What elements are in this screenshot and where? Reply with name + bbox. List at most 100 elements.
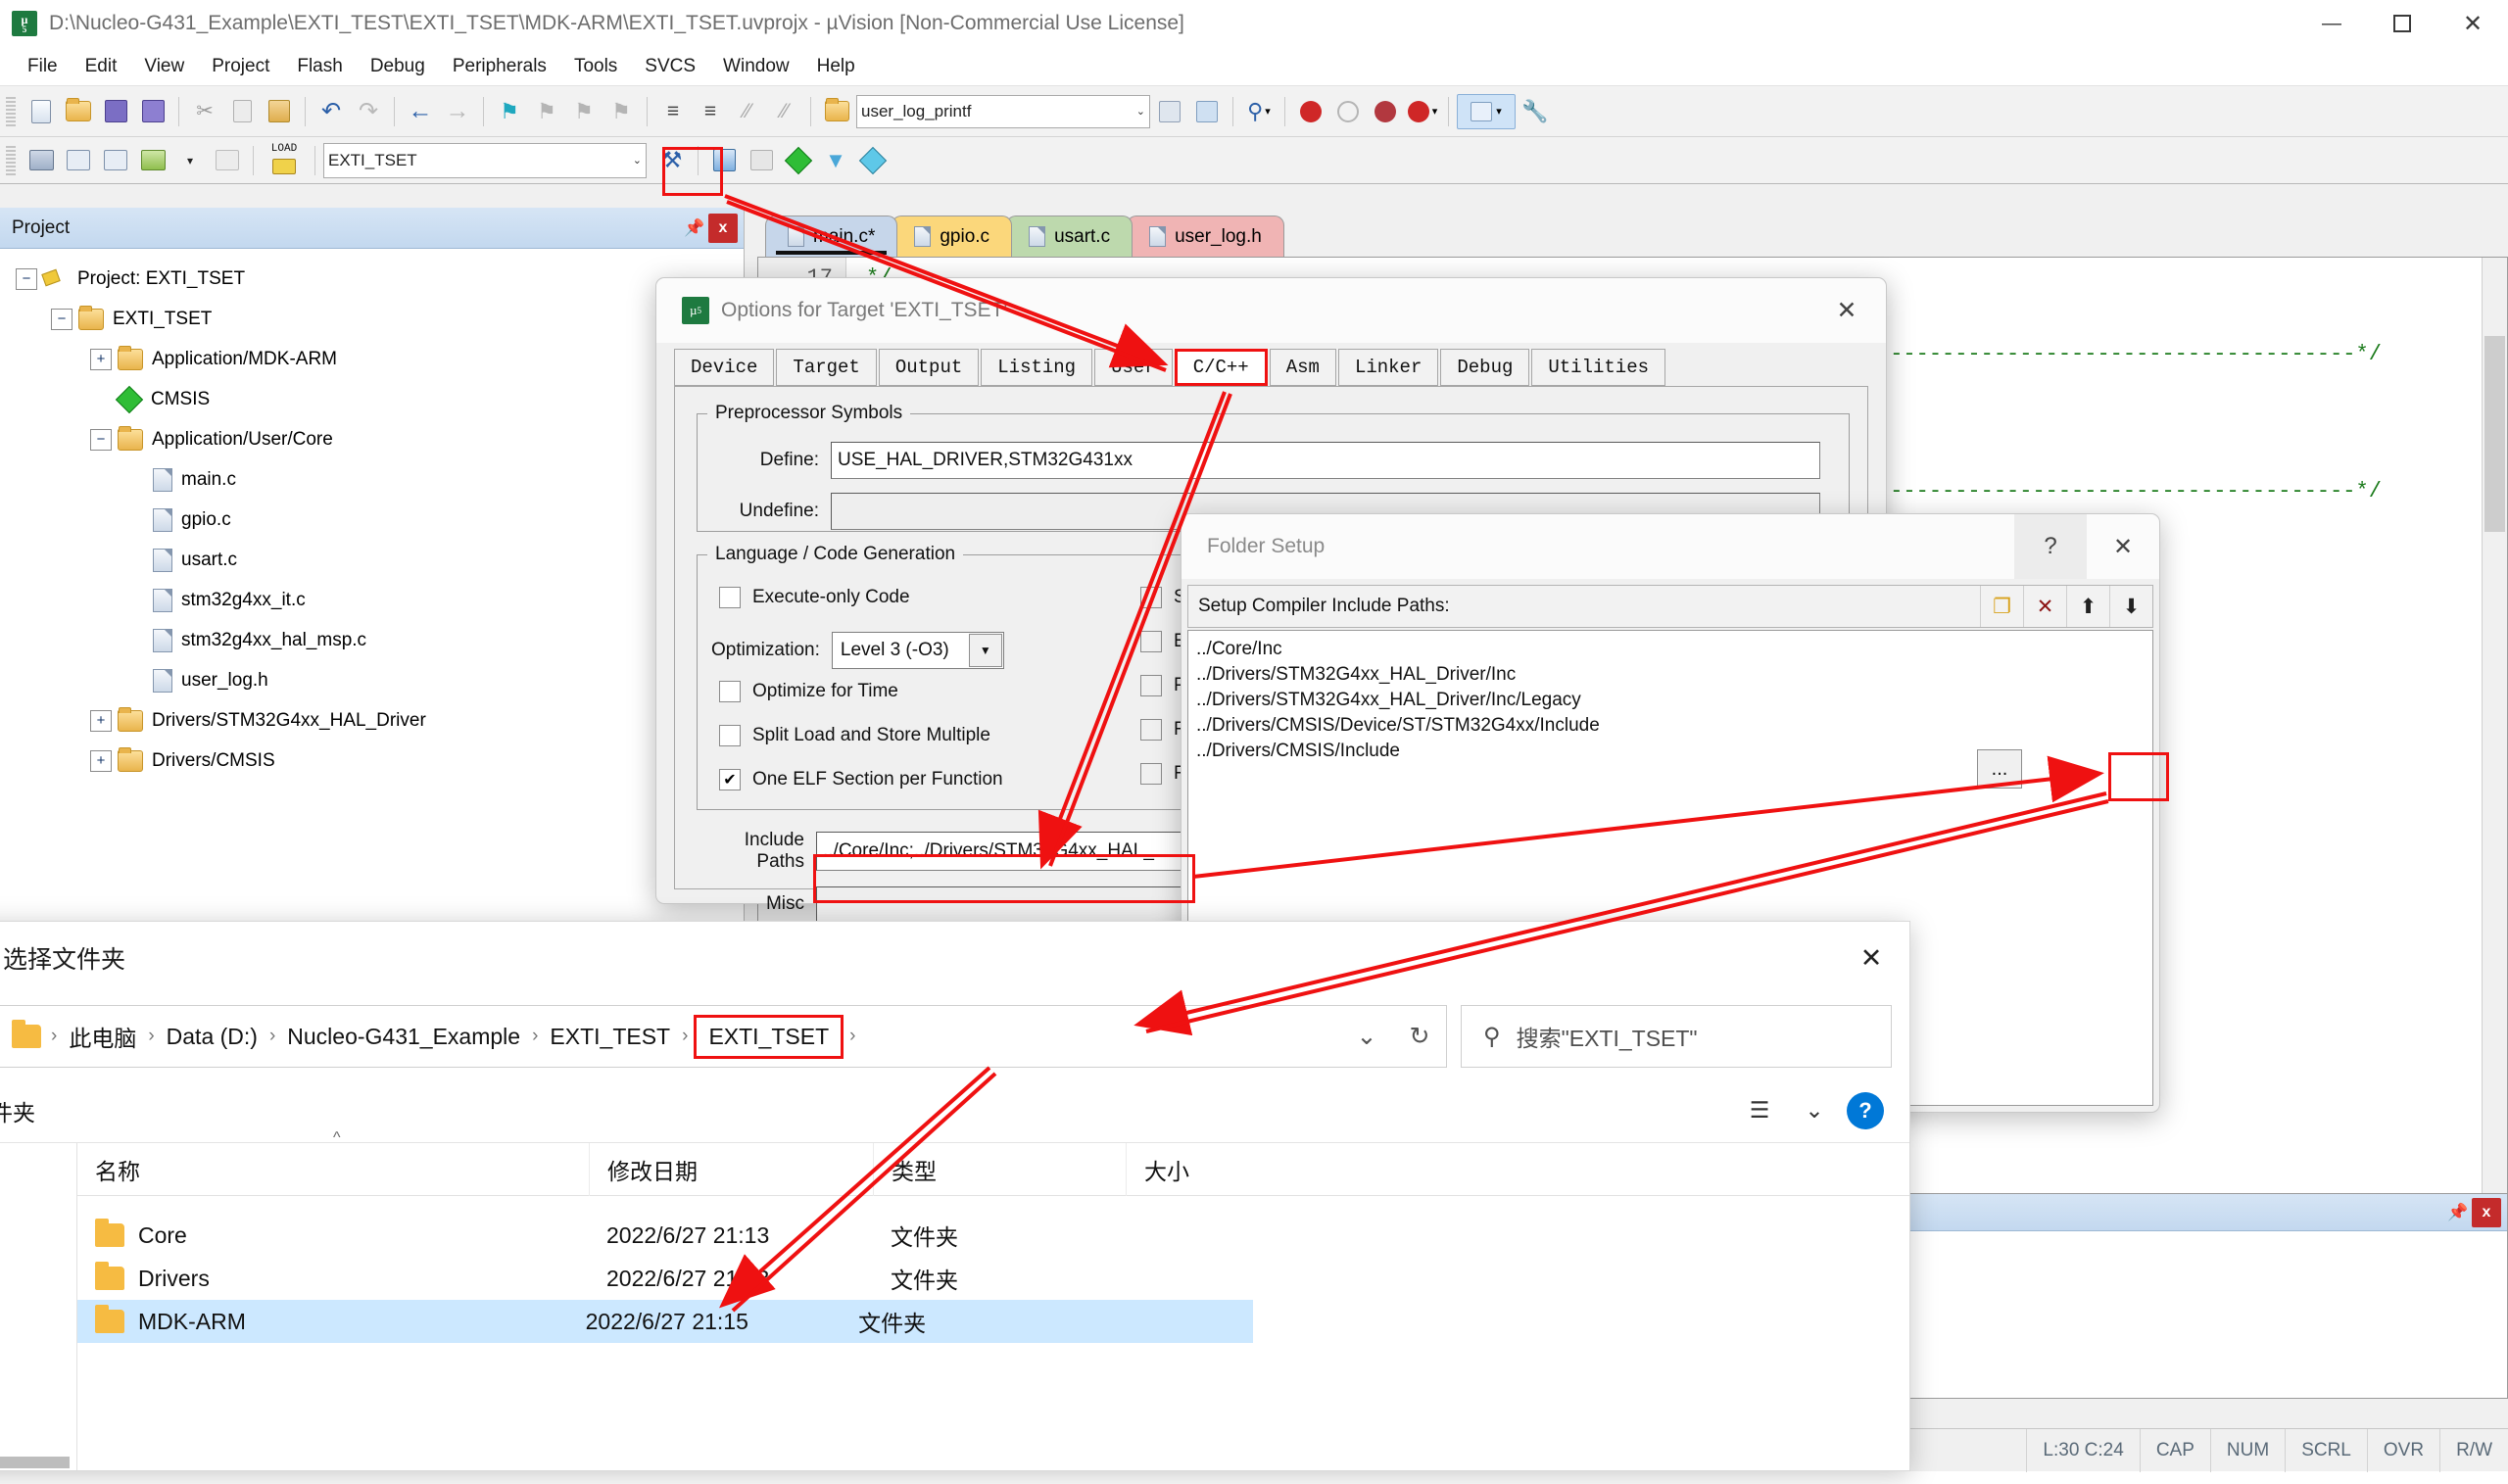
include-path-item[interactable]: ../Drivers/STM32G4xx_HAL_Driver/Inc/Lega…	[1196, 688, 2145, 713]
menu-peripherals[interactable]: Peripherals	[439, 53, 560, 80]
expand-toggle[interactable]: −	[16, 267, 37, 290]
split-load-store-row[interactable]: Split Load and Store Multiple	[719, 725, 990, 746]
scrollbar-thumb[interactable]	[2484, 336, 2505, 532]
toolbar-grip[interactable]	[6, 96, 16, 126]
maximize-button[interactable]	[2367, 0, 2437, 47]
column-type[interactable]: 类型	[873, 1142, 1126, 1196]
insert-breakpoint-button[interactable]	[1293, 94, 1328, 129]
right-option-1-checkbox[interactable]	[1140, 631, 1162, 652]
breadcrumb-exti-tset[interactable]: EXTI_TSET	[694, 1014, 844, 1059]
pin-icon[interactable]: 📌	[681, 218, 708, 238]
tab-asm[interactable]: Asm	[1269, 349, 1336, 386]
editor-tab-gpio-c[interactable]: gpio.c	[892, 215, 1013, 257]
manage-windows-button[interactable]: ▾	[1457, 93, 1516, 129]
new-folder-button[interactable]: 新建文件夹	[0, 1094, 35, 1127]
save-all-button[interactable]	[135, 94, 170, 129]
chevron-down-icon[interactable]: ⌄	[1792, 1091, 1837, 1130]
tree-item-drivers-hal[interactable]: + Drivers/STM32G4xx_HAL_Driver	[16, 700, 744, 741]
expand-toggle[interactable]: +	[90, 348, 112, 370]
right-option-4-checkbox[interactable]	[1140, 763, 1162, 785]
breadcrumb-nucleo-example[interactable]: Nucleo-G431_Example	[281, 1022, 526, 1052]
table-row[interactable]: Core 2022/6/27 21:13 文件夹	[77, 1214, 1909, 1257]
find-next-button[interactable]	[1152, 94, 1187, 129]
tab-device[interactable]: Device	[674, 349, 775, 386]
help-icon[interactable]: ?	[2014, 514, 2087, 579]
chevron-down-icon[interactable]: ⌄	[633, 154, 642, 167]
tab-user[interactable]: User	[1094, 349, 1173, 386]
tree-item-stm32g4xx-it-c[interactable]: stm32g4xx_it.c	[16, 580, 744, 620]
clear-bookmarks-button[interactable]: ⚑	[603, 94, 639, 129]
close-icon[interactable]: ✕	[1808, 278, 1886, 343]
paste-button[interactable]	[262, 94, 297, 129]
kill-all-breakpoints-button[interactable]: ▾	[1405, 94, 1440, 129]
manage-multiple-project-button[interactable]	[744, 143, 779, 178]
open-file-button[interactable]	[61, 94, 96, 129]
menu-svcs[interactable]: SVCS	[631, 53, 709, 80]
breadcrumb-this-pc[interactable]: 此电脑	[63, 1018, 142, 1055]
tree-item-target[interactable]: − EXTI_TSET	[16, 299, 744, 339]
menu-edit[interactable]: Edit	[72, 53, 131, 80]
sidebar-horizontal-scrollbar[interactable]	[0, 1455, 77, 1470]
menu-debug[interactable]: Debug	[357, 53, 439, 80]
next-bookmark-button[interactable]: ⚑	[566, 94, 602, 129]
expand-toggle[interactable]: −	[90, 428, 112, 451]
zoom-tool-button[interactable]: ⚲ ▾	[1241, 94, 1277, 129]
right-option-0-checkbox[interactable]	[1140, 587, 1162, 608]
column-size[interactable]: 大小	[1126, 1142, 1302, 1196]
define-input[interactable]: USE_HAL_DRIVER,STM32G431xx	[831, 442, 1820, 479]
sidebar-item-nutstore[interactable]: 坚果云	[0, 1202, 76, 1249]
batch-build-button[interactable]	[135, 143, 170, 178]
include-path-item[interactable]: ../Drivers/CMSIS/Device/ST/STM32G4xx/Inc…	[1196, 713, 2145, 739]
menu-flash[interactable]: Flash	[283, 53, 356, 80]
redo-button[interactable]: ↷	[351, 94, 386, 129]
menu-project[interactable]: Project	[198, 53, 283, 80]
close-icon[interactable]: ✕	[1833, 922, 1909, 994]
menu-view[interactable]: View	[130, 53, 198, 80]
column-name[interactable]: ^ 名称	[77, 1129, 589, 1196]
address-bar[interactable]: › 此电脑 › Data (D:) › Nucleo-G431_Example …	[0, 1005, 1447, 1068]
breadcrumb-data-d[interactable]: Data (D:)	[161, 1022, 264, 1052]
target-selector[interactable]: EXTI_TSET ⌄	[323, 142, 647, 178]
sidebar-item-this-pc[interactable]: 此电脑	[0, 1155, 76, 1202]
minimize-button[interactable]: —	[2296, 0, 2367, 47]
tree-item-usart-c[interactable]: usart.c	[16, 540, 744, 580]
sidebar-item-documents[interactable]: 文档	[0, 1343, 76, 1390]
build-button[interactable]	[61, 143, 96, 178]
move-down-icon[interactable]: ⬇	[2109, 586, 2152, 627]
expand-toggle[interactable]: +	[90, 749, 112, 772]
optimization-select[interactable]: Level 3 (-O3) ▼	[831, 632, 1004, 669]
navigate-back-button[interactable]: ←	[403, 94, 438, 129]
disable-breakpoint-button[interactable]	[1368, 94, 1403, 129]
execute-only-code-row[interactable]: Execute-only Code	[719, 587, 910, 608]
move-up-icon[interactable]: ⬆	[2066, 586, 2109, 627]
help-icon[interactable]: ?	[1847, 1091, 1884, 1129]
editor-tab-usart-c[interactable]: usart.c	[1006, 215, 1133, 257]
refresh-icon[interactable]: ↻	[1393, 1010, 1446, 1063]
tab-output[interactable]: Output	[878, 349, 980, 386]
prev-bookmark-button[interactable]: ⚑	[529, 94, 564, 129]
close-icon[interactable]: ✕	[2087, 514, 2159, 579]
new-path-icon[interactable]: ❐	[1980, 586, 2023, 627]
tab-utilities[interactable]: Utilities	[1531, 349, 1665, 386]
tab-target[interactable]: Target	[776, 349, 877, 386]
column-modified[interactable]: 修改日期	[589, 1142, 873, 1196]
tree-item-user-log-h[interactable]: user_log.h	[16, 660, 744, 700]
stop-build-button[interactable]	[210, 143, 245, 178]
delete-path-icon[interactable]: ✕	[2023, 586, 2066, 627]
browse-folder-button[interactable]: ...	[1977, 749, 2022, 789]
undo-button[interactable]: ↶	[314, 94, 349, 129]
find-combo[interactable]: user_log_printf ⌄	[856, 94, 1150, 128]
outdent-button[interactable]: ≡	[693, 94, 728, 129]
filter-button[interactable]: ▼	[818, 143, 853, 178]
sidebar-item-downloads[interactable]: 下载	[0, 1390, 76, 1437]
tree-item-stm32g4xx-hal-msp-c[interactable]: stm32g4xx_hal_msp.c	[16, 620, 744, 660]
right-option-2-checkbox[interactable]	[1140, 675, 1162, 696]
copy-button[interactable]	[224, 94, 260, 129]
tab-c-cpp[interactable]: C/C++	[1174, 349, 1268, 386]
rebuild-button[interactable]	[98, 143, 133, 178]
kill-breakpoint-button[interactable]	[1330, 94, 1366, 129]
tree-item-gpio-c[interactable]: gpio.c	[16, 500, 744, 540]
pin-icon[interactable]: 📌	[2444, 1203, 2472, 1222]
expand-toggle[interactable]: +	[90, 709, 112, 732]
incremental-find-button[interactable]	[1189, 94, 1225, 129]
